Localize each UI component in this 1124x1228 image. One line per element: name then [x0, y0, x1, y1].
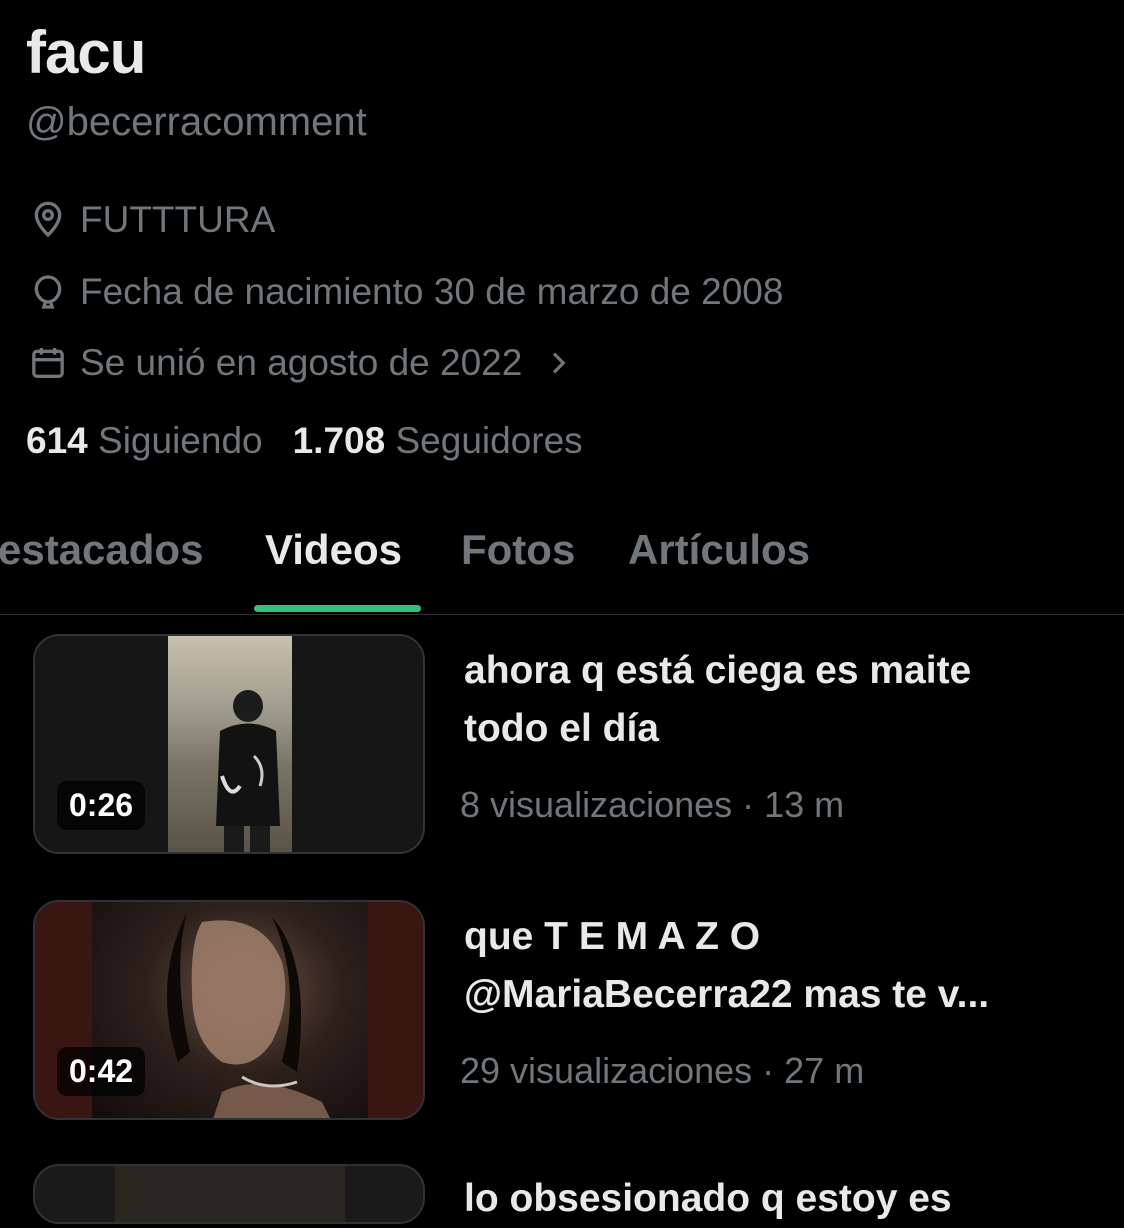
following-count: 614: [26, 420, 88, 461]
user-handle: @becerracomment: [26, 100, 367, 144]
joined-row[interactable]: Se unió en agosto de 2022: [28, 338, 574, 388]
followers-link[interactable]: 1.708 Seguidores: [293, 420, 583, 462]
joined-text: Se unió en agosto de 2022: [80, 342, 523, 383]
video-title-line: lo obsesionado q estoy es: [464, 1177, 952, 1220]
video-meta: 29 visualizaciones · 27 m: [460, 1050, 865, 1091]
following-label: Siguiendo: [98, 420, 263, 461]
location-text: FUTTTURA: [80, 199, 276, 240]
calendar-icon: [32, 348, 64, 378]
video-title-line: @MariaBecerra22 mas te v...: [464, 973, 990, 1016]
video-title[interactable]: que T E M A Z O @MariaBecerra22 mas te v…: [464, 908, 1084, 1024]
tab-videos[interactable]: Videos: [265, 526, 402, 574]
follow-stats: 614 Siguiendo 1.708 Seguidores: [26, 420, 583, 462]
video-meta: 8 visualizaciones · 13 m: [460, 784, 845, 825]
video-title-line: que T E M A Z O: [464, 915, 761, 958]
chevron-right-icon[interactable]: [542, 347, 574, 379]
display-name: facu: [26, 19, 146, 86]
video-thumbnail[interactable]: 0:26: [33, 634, 425, 854]
video-title-line: ahora q está ciega es maite: [464, 649, 972, 692]
video-duration: 0:26: [57, 781, 146, 830]
video-title[interactable]: ahora q está ciega es maite todo el día: [464, 642, 1084, 758]
location-row: FUTTTURA: [28, 195, 275, 245]
tab-fotos[interactable]: Fotos: [461, 526, 575, 574]
birthday-text: Fecha de nacimiento 30 de marzo de 2008: [80, 271, 784, 312]
video-duration: 0:42: [57, 1047, 146, 1096]
followers-count: 1.708: [292, 420, 386, 461]
video-thumbnail[interactable]: [33, 1164, 425, 1224]
tab-destacados[interactable]: estacados: [0, 526, 203, 574]
profile-tabs: estacados Videos Fotos Artículos: [0, 520, 1124, 615]
video-thumbnail[interactable]: 0:42: [33, 900, 425, 1120]
tab-articulos[interactable]: Artículos: [628, 526, 810, 574]
video-frame: [115, 1166, 345, 1222]
active-tab-indicator: [254, 605, 421, 612]
video-title[interactable]: lo obsesionado q estoy es: [464, 1170, 1084, 1228]
video-title-line: todo el día: [464, 707, 659, 750]
person-figure: [216, 690, 280, 852]
balloon-icon: [34, 275, 62, 309]
birthday-row: Fecha de nacimiento 30 de marzo de 2008: [28, 267, 783, 317]
followers-label: Seguidores: [395, 420, 583, 461]
following-link[interactable]: 614 Siguiendo: [26, 420, 263, 462]
location-pin-icon: [34, 201, 62, 238]
video-frame: [168, 636, 292, 852]
